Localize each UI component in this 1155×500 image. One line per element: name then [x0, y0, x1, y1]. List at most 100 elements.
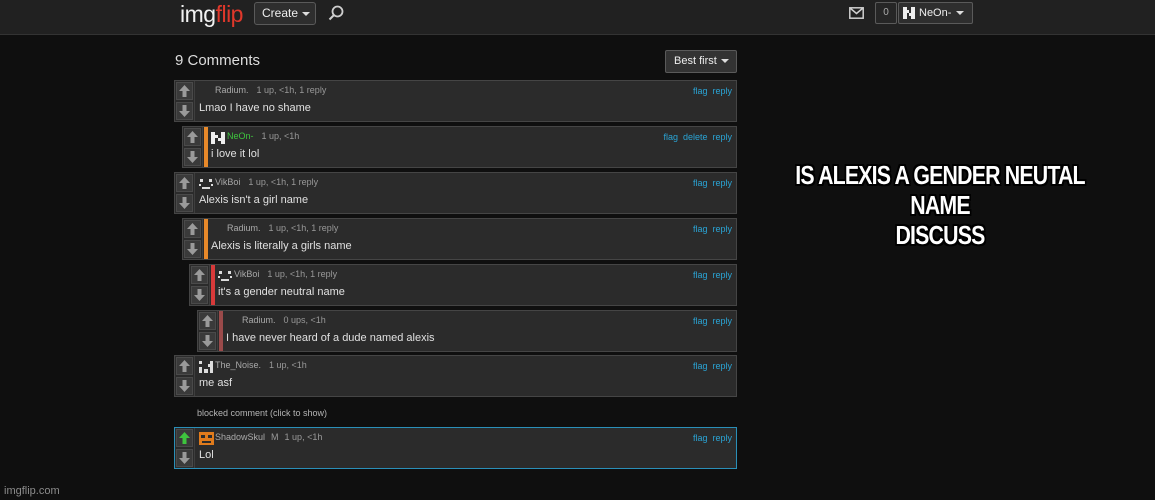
reply-link[interactable]: reply: [712, 361, 732, 371]
upvote-button[interactable]: [176, 429, 193, 447]
meme-caption: IS ALEXIS A GENDER NEUTAL NAME DISCUSS: [776, 160, 1104, 250]
comment-username[interactable]: Radium.: [242, 315, 276, 325]
arrow-down-icon: [179, 105, 190, 117]
comment: NeOn- 1 up, <1h i love it lol flag delete r…: [182, 126, 737, 168]
comment-username[interactable]: Radium.: [227, 223, 261, 233]
logo-text-accent: flip: [215, 1, 244, 27]
reply-link[interactable]: reply: [712, 132, 732, 142]
blocked-comment-toggle[interactable]: blocked comment (click to show): [197, 408, 327, 418]
arrow-up-icon: [202, 315, 213, 327]
comment-stats: 1 up, <1h, 1 reply: [267, 269, 338, 279]
comment-actions: flag reply: [688, 433, 732, 443]
create-label: Create: [262, 6, 299, 20]
upvote-button[interactable]: [176, 357, 193, 375]
sort-label: Best first: [674, 55, 717, 67]
meme-caption-line: DISCUSS: [895, 220, 985, 250]
delete-link[interactable]: delete: [683, 132, 708, 142]
arrow-down-icon: [179, 452, 190, 464]
comment-text: i love it lol: [211, 148, 260, 160]
comment: Radium. 1 up, <1h, 1 reply Alexis is lite…: [182, 218, 737, 260]
comment-actions: flag reply: [688, 361, 732, 371]
user-avatar-icon: [199, 179, 213, 189]
reply-link[interactable]: reply: [712, 270, 732, 280]
downvote-button[interactable]: [176, 102, 193, 120]
comment-stats: 1 up, <1h, 1 reply: [256, 85, 327, 95]
comment-stats: 1 up, <1h: [269, 360, 307, 370]
upvote-button[interactable]: [176, 174, 193, 192]
upvote-button[interactable]: [191, 266, 208, 284]
arrow-down-icon: [187, 151, 198, 163]
comment-username[interactable]: Radium.: [215, 85, 249, 95]
comment-meta: ShadowSkul M 1 up, <1h: [215, 432, 322, 442]
reply-depth-bar: [211, 265, 215, 305]
flag-link[interactable]: flag: [663, 132, 678, 142]
comment-username[interactable]: VikBoi: [215, 177, 240, 187]
comment: ShadowSkul M 1 up, <1h Lol flag reply: [174, 427, 737, 469]
chevron-down-icon: [720, 59, 729, 64]
comment-username[interactable]: VikBoi: [234, 269, 259, 279]
user-avatar-icon: [903, 7, 915, 19]
reply-depth-bar: [204, 219, 208, 259]
flag-link[interactable]: flag: [693, 178, 708, 188]
comment-meta: VikBoi 1 up, <1h, 1 reply: [215, 177, 318, 187]
comment-username[interactable]: NeOn-: [227, 131, 254, 141]
comment: VikBoi 1 up, <1h, 1 reply it's a gender n…: [189, 264, 737, 306]
downvote-button[interactable]: [184, 240, 201, 258]
upvote-button[interactable]: [176, 82, 193, 100]
flag-link[interactable]: flag: [693, 316, 708, 326]
comment-actions: flag delete reply: [658, 132, 732, 142]
downvote-button[interactable]: [184, 148, 201, 166]
arrow-up-icon: [179, 177, 190, 189]
upvote-button[interactable]: [184, 128, 201, 146]
user-badge: M: [271, 432, 279, 442]
comment-stats: 0 ups, <1h: [283, 315, 326, 325]
arrow-down-icon: [202, 335, 213, 347]
comment-text: Lol: [199, 449, 214, 461]
top-navbar: imgflip Create 0 NeOn-: [0, 0, 1155, 35]
flag-link[interactable]: flag: [693, 433, 708, 443]
comment-meta: Radium. 1 up, <1h, 1 reply: [215, 85, 326, 95]
comment-meta: NeOn- 1 up, <1h: [227, 131, 299, 141]
comment-username[interactable]: ShadowSkul: [215, 432, 265, 442]
sort-dropdown-button[interactable]: Best first: [665, 50, 737, 73]
comment-actions: flag reply: [688, 224, 732, 234]
reply-link[interactable]: reply: [712, 86, 732, 96]
comment-meta: Radium. 0 ups, <1h: [242, 315, 326, 325]
reply-link[interactable]: reply: [712, 178, 732, 188]
comment-meta: VikBoi 1 up, <1h, 1 reply: [234, 269, 337, 279]
create-dropdown-button[interactable]: Create: [254, 2, 316, 25]
notification-count[interactable]: 0: [875, 2, 897, 24]
imgflip-logo[interactable]: imgflip: [180, 1, 243, 28]
vote-column: [183, 219, 203, 259]
arrow-up-icon: [179, 432, 190, 444]
upvote-button[interactable]: [199, 312, 216, 330]
comment-actions: flag reply: [688, 178, 732, 188]
user-menu-button[interactable]: NeOn-: [898, 2, 973, 24]
comment-text: it's a gender neutral name: [218, 286, 345, 298]
flag-link[interactable]: flag: [693, 361, 708, 371]
chevron-down-icon: [956, 11, 965, 16]
comment: Radium. 1 up, <1h, 1 reply Lmao I have no…: [174, 80, 737, 122]
flag-link[interactable]: flag: [693, 224, 708, 234]
vote-column: [175, 428, 195, 468]
downvote-button[interactable]: [191, 286, 208, 304]
reply-link[interactable]: reply: [712, 224, 732, 234]
reply-link[interactable]: reply: [712, 433, 732, 443]
flag-link[interactable]: flag: [693, 270, 708, 280]
downvote-button[interactable]: [199, 332, 216, 350]
search-icon[interactable]: [328, 5, 344, 21]
comment-username[interactable]: The_Noise.: [215, 360, 261, 370]
downvote-button[interactable]: [176, 194, 193, 212]
mail-icon[interactable]: [849, 7, 864, 19]
reply-link[interactable]: reply: [712, 316, 732, 326]
upvote-button[interactable]: [184, 220, 201, 238]
vote-column: [175, 173, 195, 213]
vote-column: [175, 81, 195, 121]
downvote-button[interactable]: [176, 377, 193, 395]
flag-link[interactable]: flag: [693, 86, 708, 96]
comment-meta: The_Noise. 1 up, <1h: [215, 360, 307, 370]
downvote-button[interactable]: [176, 449, 193, 467]
arrow-up-icon: [187, 223, 198, 235]
arrow-up-icon: [187, 131, 198, 143]
comment-text: Alexis isn't a girl name: [199, 194, 309, 206]
